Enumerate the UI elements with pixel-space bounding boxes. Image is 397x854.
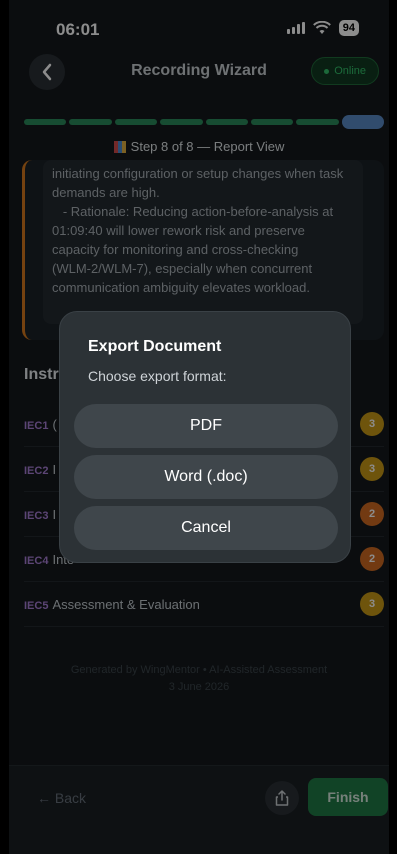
dialog-subtitle: Choose export format: bbox=[88, 368, 227, 384]
app-screen: 06:01 94 Recording Wizard Online Step 8 … bbox=[9, 0, 389, 854]
export-word-button[interactable]: Word (.doc) bbox=[74, 455, 338, 499]
export-dialog: Export Document Choose export format: PD… bbox=[59, 311, 351, 563]
export-pdf-button[interactable]: PDF bbox=[74, 404, 338, 448]
cancel-button[interactable]: Cancel bbox=[74, 506, 338, 550]
dialog-title: Export Document bbox=[88, 338, 222, 355]
